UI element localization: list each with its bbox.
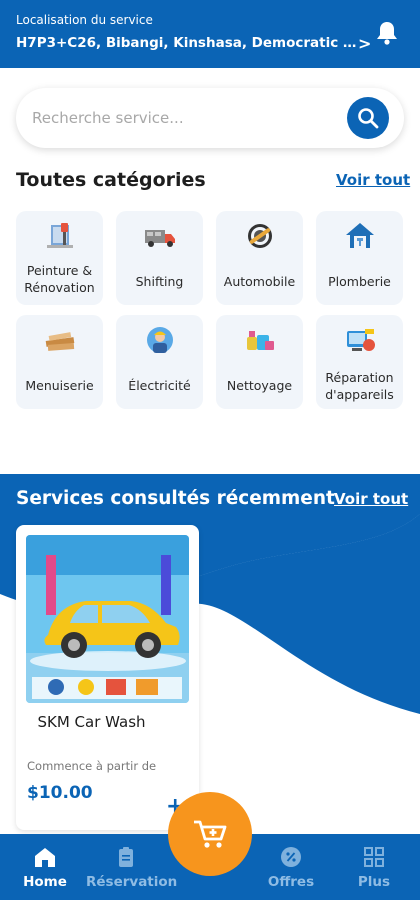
location-label: Localisation du service bbox=[16, 13, 153, 27]
moving-truck-icon bbox=[145, 230, 175, 247]
category-label: Shifting bbox=[135, 274, 184, 289]
electrician-icon bbox=[147, 327, 173, 353]
category-label: Réparation d'appareils bbox=[325, 370, 394, 402]
category-cleaning[interactable]: Nettoyage bbox=[216, 315, 303, 409]
category-label: Nettoyage bbox=[226, 378, 293, 393]
clipboard-icon bbox=[119, 847, 133, 867]
service-name: SKM Car Wash bbox=[37, 713, 146, 731]
cleaning-supplies-icon bbox=[247, 331, 274, 350]
nav-label: Home bbox=[23, 874, 67, 890]
category-automobile[interactable]: Automobile bbox=[216, 211, 303, 305]
category-plumbing[interactable]: Plomberie bbox=[316, 211, 403, 305]
search-icon bbox=[358, 108, 379, 129]
recent-see-all-link[interactable]: Voir tout bbox=[334, 490, 408, 508]
paint-roller-icon bbox=[47, 223, 73, 248]
location-selector[interactable]: H7P3+C26, Bibangi, Kinshasa, Democratic … bbox=[16, 35, 361, 51]
service-price: $10.00 bbox=[27, 783, 93, 803]
category-label: Automobile bbox=[223, 274, 296, 289]
cart-fab-button[interactable] bbox=[168, 792, 252, 876]
categories-title: Toutes catégories bbox=[16, 169, 206, 191]
price-label: Commence à partir de bbox=[27, 759, 157, 773]
discount-badge-icon bbox=[281, 847, 301, 867]
plumbing-house-icon bbox=[346, 223, 374, 248]
nav-offers[interactable]: Offres bbox=[251, 834, 331, 900]
recent-services-title: Services consultés récemment bbox=[16, 488, 335, 509]
category-label: Plomberie bbox=[328, 274, 391, 289]
grid-icon bbox=[364, 847, 384, 867]
nav-label: Offres bbox=[267, 874, 315, 890]
appliance-repair-icon bbox=[347, 329, 375, 351]
category-painting[interactable]: Peinture & Rénovation bbox=[16, 211, 103, 305]
nav-more[interactable]: Plus bbox=[334, 834, 414, 900]
search-button[interactable] bbox=[347, 97, 389, 139]
notification-bell-icon[interactable] bbox=[375, 20, 399, 46]
nav-home[interactable]: Home bbox=[5, 834, 85, 900]
nav-label: Réservation bbox=[86, 874, 178, 890]
chevron-right-icon[interactable]: > bbox=[358, 34, 371, 53]
search-bar bbox=[16, 88, 404, 148]
category-electricity[interactable]: Électricité bbox=[116, 315, 203, 409]
wood-planks-icon bbox=[45, 332, 75, 351]
nav-reservation[interactable]: Réservation bbox=[86, 834, 178, 900]
categories-see-all-link[interactable]: Voir tout bbox=[336, 171, 410, 189]
category-appliance-repair[interactable]: Réparation d'appareils bbox=[316, 315, 403, 409]
home-icon bbox=[35, 848, 55, 867]
gear-wrench-icon bbox=[248, 224, 272, 248]
category-label: Menuiserie bbox=[25, 378, 94, 393]
category-carpentry[interactable]: Menuiserie bbox=[16, 315, 103, 409]
app-header: Localisation du service H7P3+C26, Bibang… bbox=[0, 0, 420, 68]
category-label: Peinture & Rénovation bbox=[24, 263, 95, 295]
nav-label: Plus bbox=[357, 874, 391, 890]
search-input[interactable] bbox=[32, 106, 332, 130]
car-wash-image bbox=[26, 535, 189, 703]
cart-add-icon bbox=[194, 820, 227, 848]
category-label: Électricité bbox=[128, 378, 191, 393]
category-shifting[interactable]: Shifting bbox=[116, 211, 203, 305]
